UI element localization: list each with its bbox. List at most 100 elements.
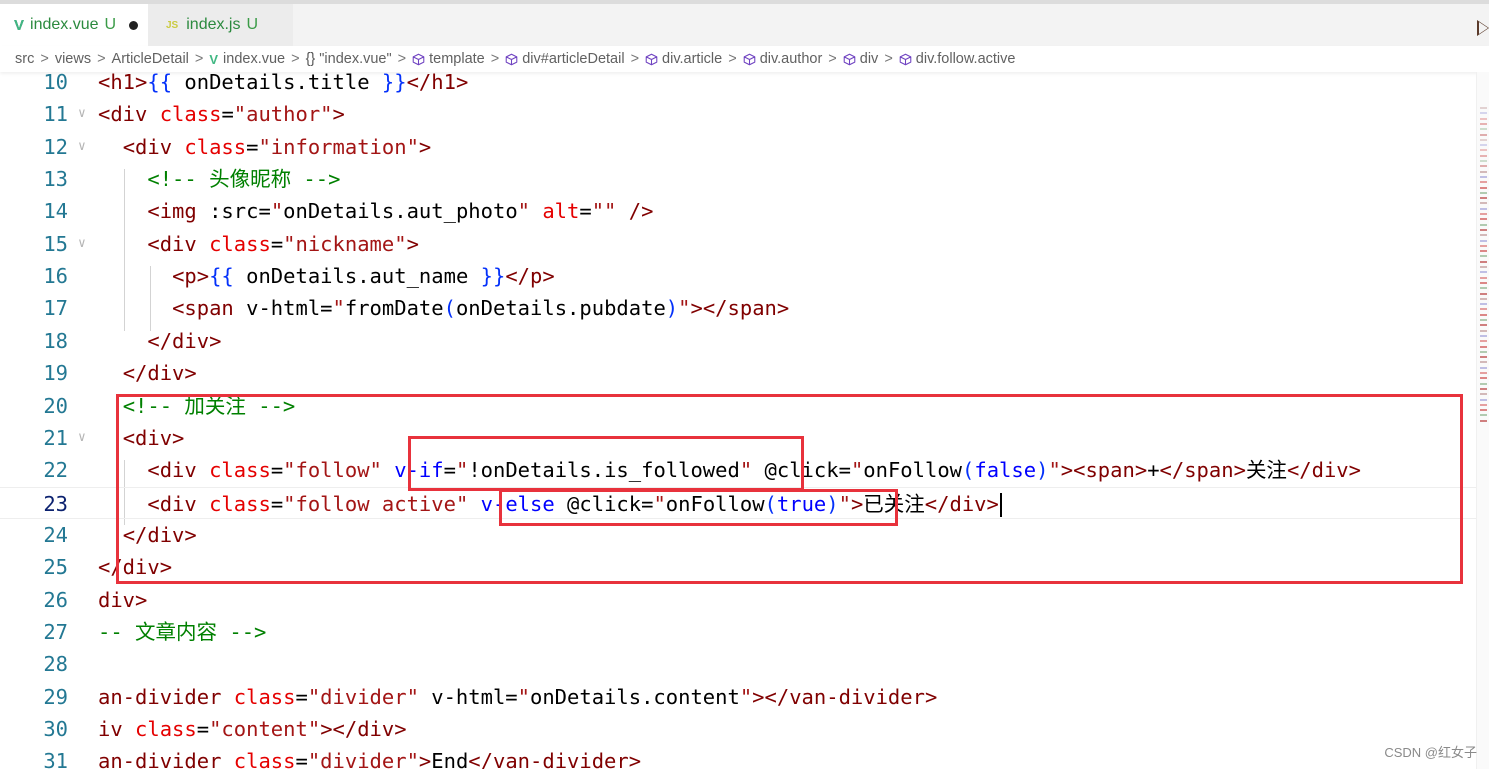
code-line[interactable]: 13 <!-- 头像昵称 --> [0, 163, 1476, 195]
code-token: = [579, 199, 592, 224]
code-line[interactable]: 14 <img :src="onDetails.aut_photo" alt="… [0, 195, 1476, 227]
code-token: class [209, 491, 271, 516]
code-token: " [517, 199, 543, 224]
code-line[interactable]: 11 ∨ <div class="author"> [0, 98, 1476, 130]
code-line[interactable]: 12 ∨ <div class="information"> [0, 131, 1476, 163]
code-line[interactable]: 10 <h1>{{ onDetails.title }}</h1> [0, 72, 1476, 98]
watermark: CSDN @红女子 [1384, 745, 1477, 760]
code-token: </span> [1159, 458, 1246, 483]
unsaved-dot-icon[interactable] [129, 20, 139, 30]
breadcrumb-item[interactable]: div.article [645, 51, 722, 67]
code-token: <h1> [98, 72, 148, 94]
breadcrumb-separator-icon: > [884, 51, 893, 67]
breadcrumb-item[interactable]: ArticleDetail [112, 51, 189, 67]
code-token: "content" [209, 717, 321, 741]
code-line[interactable]: 28 [0, 648, 1476, 680]
run-play-icon[interactable] [1477, 20, 1489, 36]
code-line[interactable]: 31 an-divider class="divider">End</van-di… [0, 745, 1476, 769]
minimap-line [1480, 345, 1487, 348]
minimap-line [1480, 409, 1487, 412]
breadcrumb-label: div [859, 51, 879, 67]
breadcrumb-item[interactable]: src [15, 51, 34, 67]
code-line[interactable]: 27 -- 文章内容 --> [0, 616, 1476, 648]
minimap[interactable] [1476, 72, 1489, 769]
line-number: 14 [43, 199, 68, 224]
code-line[interactable]: 16 <p>{{ onDetails.aut_name }}</p> [0, 260, 1476, 292]
code-token: ></van-divider> [752, 684, 938, 709]
breadcrumb-label: div.follow.active [915, 51, 1016, 67]
symbol-cube-icon [505, 53, 518, 65]
code-line[interactable]: 17 <span v-html="fromDate(onDetails.pubd… [0, 292, 1476, 324]
code-text: an-divider class="divider" v-html="onDet… [98, 681, 937, 713]
code-editor[interactable]: 10 <h1>{{ onDetails.title }}</h1> 11 ∨ <div … [0, 72, 1476, 769]
breadcrumb-item[interactable]: views [55, 51, 91, 67]
code-line[interactable]: 18 </div> [0, 325, 1476, 357]
breadcrumb-item[interactable]: div [843, 51, 879, 67]
minimap-line [1480, 303, 1487, 306]
minimap-line [1480, 366, 1487, 369]
code-token: <!-- 头像昵称 --> [147, 167, 341, 192]
code-line[interactable]: 15 ∨ <div class="nickname"> [0, 228, 1476, 260]
minimap-line [1480, 372, 1487, 374]
code-token: v-html= [246, 296, 333, 321]
code-token: true [776, 491, 827, 516]
tab-index-vue[interactable]: V index.vue U [0, 4, 148, 46]
minimap-line [1480, 292, 1487, 295]
breadcrumb-item[interactable]: div#articleDetail [505, 51, 625, 67]
breadcrumb-item[interactable]: Vindex.vue [209, 51, 285, 67]
breadcrumb-item[interactable]: template [412, 51, 485, 67]
code-token: <span [172, 296, 247, 321]
code-token: </div> [924, 491, 999, 516]
tab-index-js[interactable]: JS index.js U [148, 4, 293, 46]
code-line[interactable]: 29 an-divider class="divider" v-html="onD… [0, 681, 1476, 713]
minimap-line [1480, 234, 1487, 237]
line-number: 18 [43, 328, 68, 353]
code-line[interactable]: 23 <div class="follow active" v-else @cl… [0, 486, 1476, 519]
breadcrumb-label: div.author [759, 51, 823, 67]
code-line[interactable]: 20 <!-- 加关注 --> [0, 390, 1476, 422]
minimap-line [1480, 260, 1487, 263]
text-cursor [999, 492, 1002, 517]
minimap-line [1480, 329, 1487, 332]
fold-chevron-icon[interactable]: ∨ [78, 98, 86, 130]
fold-chevron-icon[interactable]: ∨ [78, 131, 86, 163]
code-line[interactable]: 19 </div> [0, 357, 1476, 389]
breadcrumb-item[interactable]: div.author [743, 51, 823, 67]
code-line[interactable]: 21 ∨ <div> [0, 422, 1476, 454]
code-line[interactable]: 26 div> [0, 584, 1476, 616]
minimap-line [1480, 122, 1487, 125]
code-text: <div class="nickname"> [98, 228, 419, 260]
breadcrumb-label: div#articleDetail [522, 51, 625, 67]
code-text: <div class="follow" v-if="!onDetails.is_… [98, 454, 1361, 486]
fold-chevron-icon[interactable]: ∨ [78, 228, 86, 260]
code-token: }} [480, 264, 506, 289]
breadcrumb-separator-icon: > [630, 51, 640, 67]
line-number: 31 [43, 749, 68, 769]
code-line[interactable]: 30 iv class="content"></div> [0, 713, 1476, 745]
minimap-line [1480, 419, 1487, 422]
code-token: " [739, 684, 753, 709]
breadcrumb-separator-icon: > [40, 51, 49, 67]
code-line[interactable]: 25 </div> [0, 551, 1476, 583]
minimap-line [1480, 107, 1487, 109]
code-token: {{ [209, 264, 234, 289]
code-line[interactable]: 22 <div class="follow" v-if="!onDetails.… [0, 454, 1476, 486]
breadcrumb-label: template [429, 51, 485, 67]
code-line[interactable]: 24 </div> [0, 519, 1476, 551]
code-token: false [974, 458, 1037, 483]
fold-chevron-icon[interactable]: ∨ [78, 422, 86, 454]
minimap-line [1480, 393, 1487, 396]
minimap-line [1480, 186, 1487, 189]
breadcrumb-separator-icon: > [828, 51, 837, 67]
code-text: <span v-html="fromDate(onDetails.pubdate… [98, 292, 789, 324]
code-token: = [295, 749, 308, 769]
code-token: "author" [233, 102, 333, 127]
breadcrumb-item[interactable]: {} "index.vue" [306, 51, 392, 67]
breadcrumb-item[interactable]: div.follow.active [899, 51, 1016, 67]
code-token: > [332, 102, 345, 127]
code-token: </h1> [406, 72, 469, 94]
code-token: <div [98, 102, 160, 127]
code-token: > [850, 491, 864, 516]
